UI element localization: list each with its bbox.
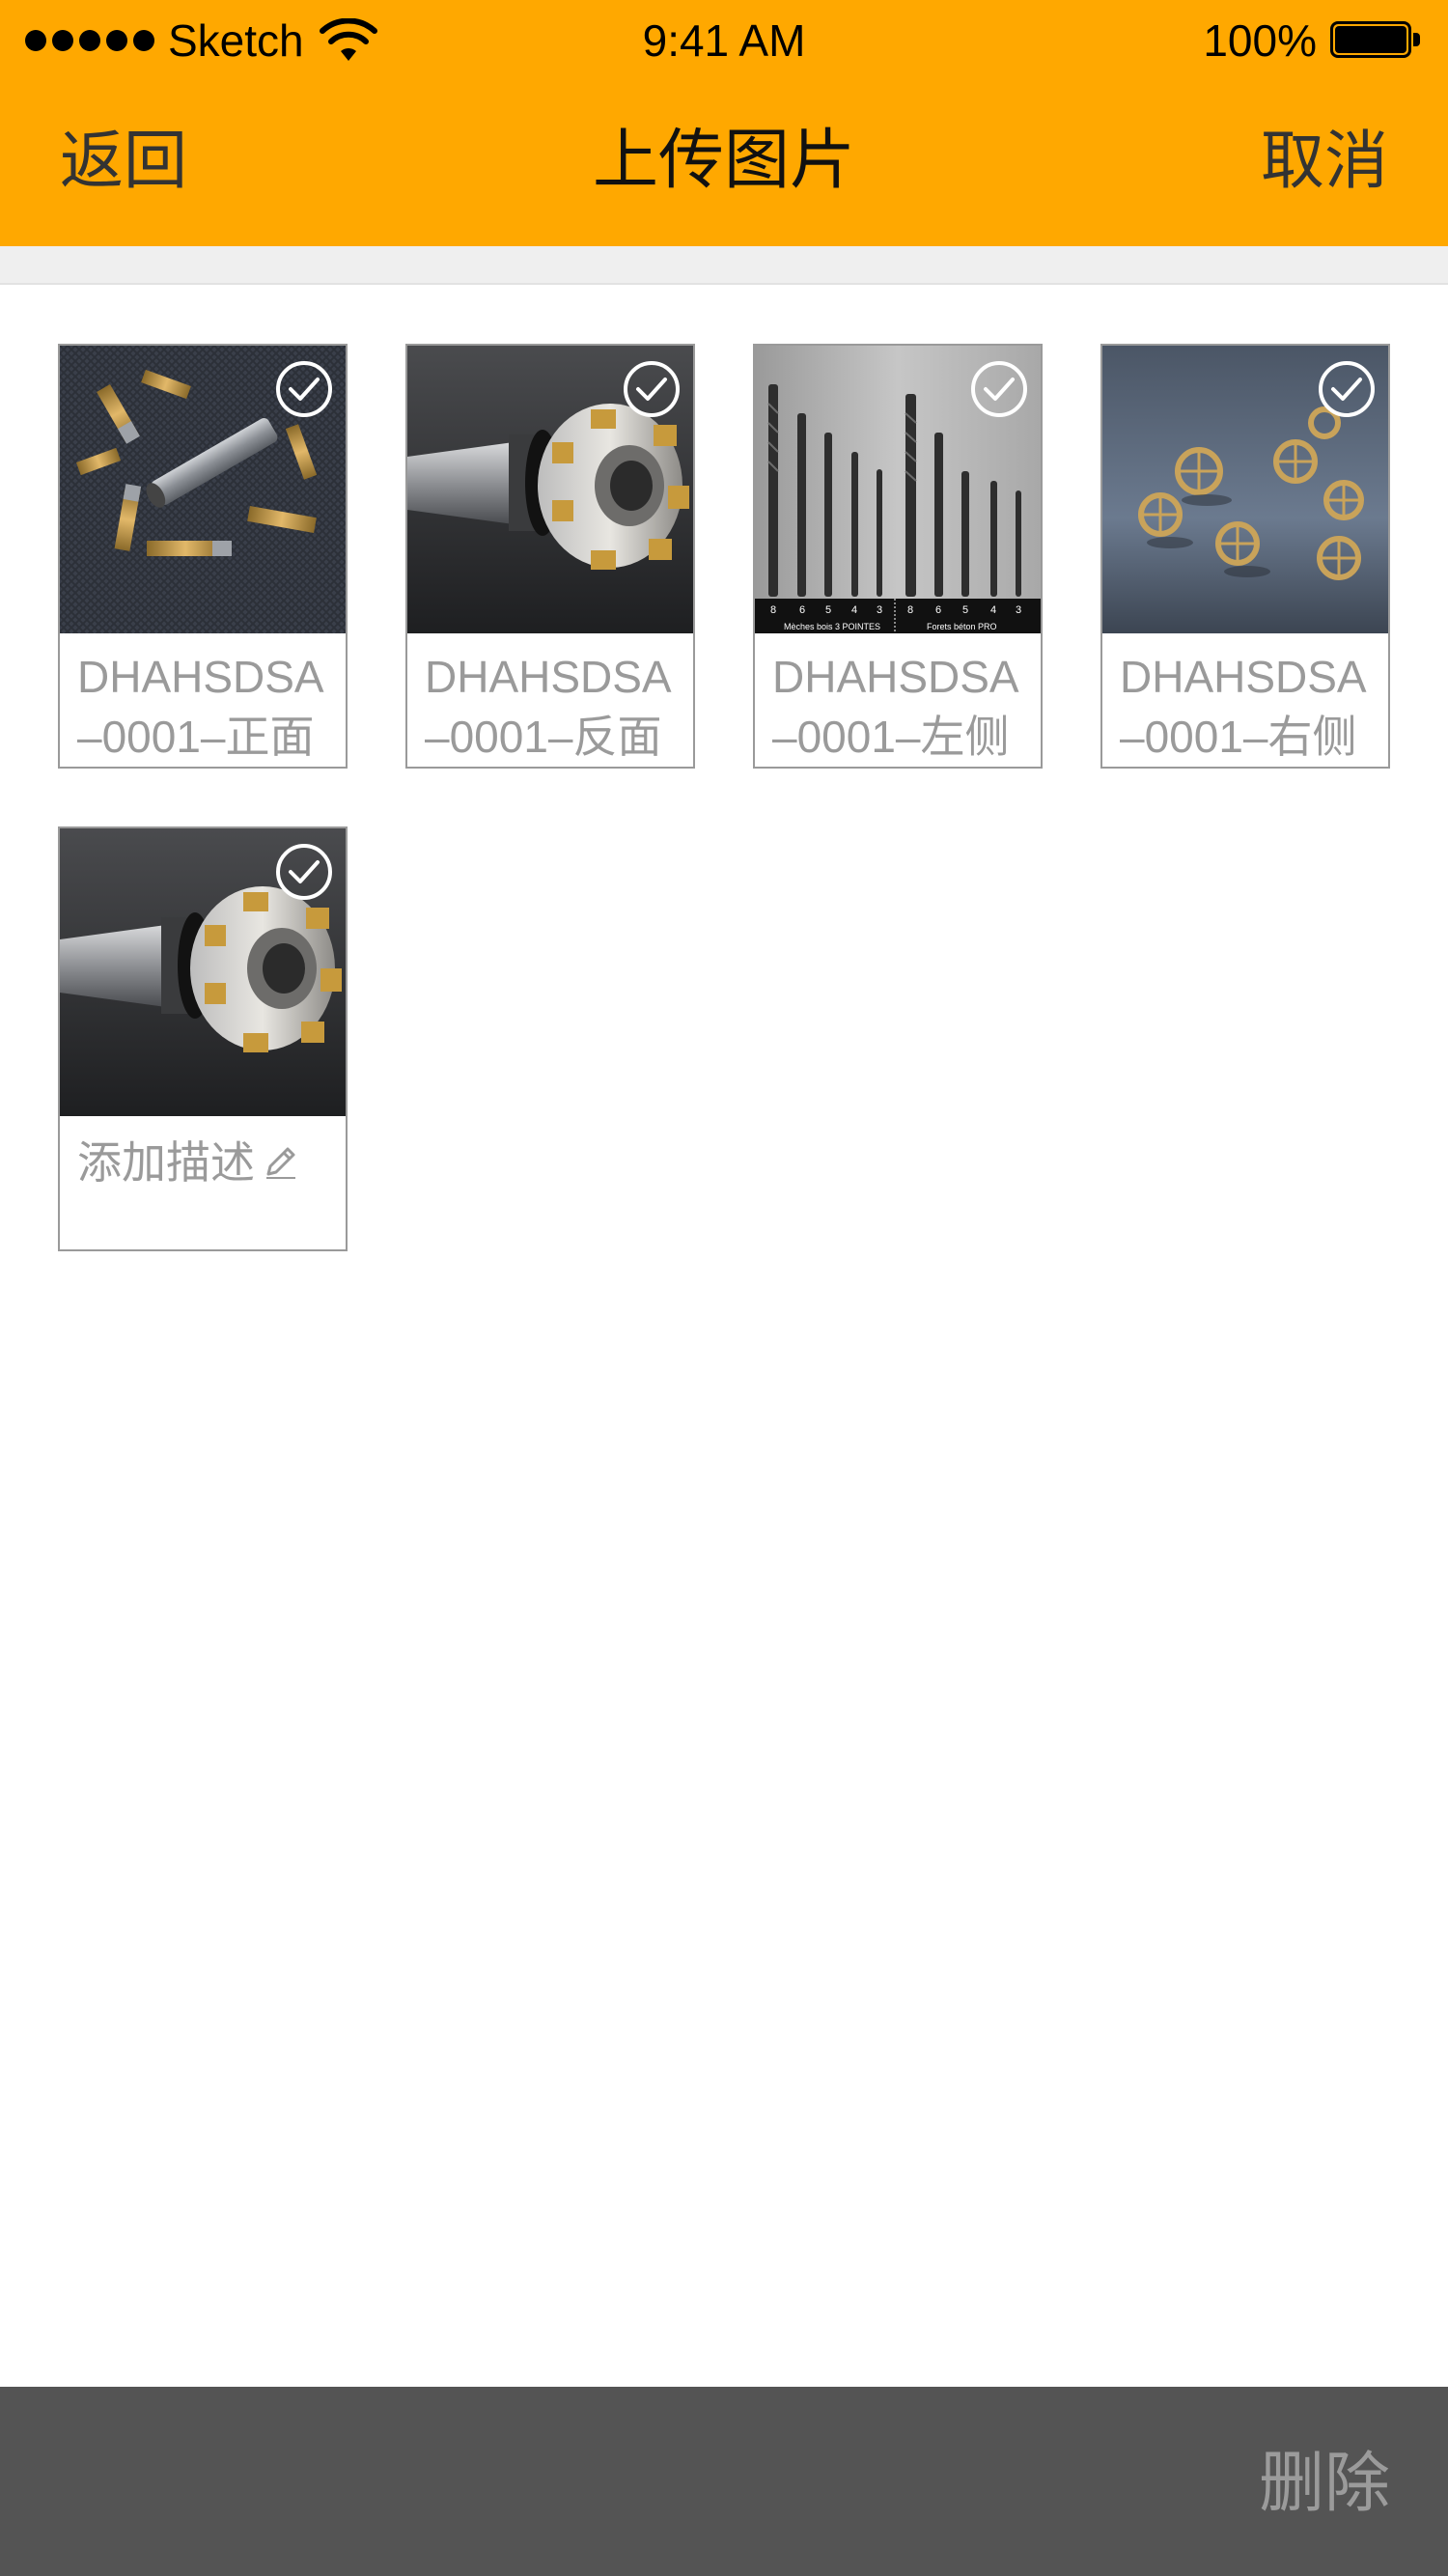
pencil-icon [266, 1147, 295, 1179]
add-description-button[interactable]: 添加描述 [77, 1134, 299, 1191]
page-title: 上传图片 [592, 124, 855, 197]
bottom-toolbar: 删除 [0, 2387, 1448, 2576]
selected-check-icon[interactable] [276, 844, 332, 900]
drill-size-label: 6 [799, 604, 805, 616]
selected-check-icon[interactable] [1319, 361, 1375, 417]
battery-icon [1330, 21, 1423, 60]
image-caption[interactable]: DHAHSDSA –0001–右侧 [1120, 647, 1378, 767]
caption-line-1: DHAHSDSA [425, 652, 672, 702]
caption-line-2: –0001–左侧 [772, 712, 1010, 762]
image-thumbnail[interactable] [407, 346, 693, 633]
caption-line-1: DHAHSDSA [77, 652, 324, 702]
drill-size-label: 3 [877, 604, 882, 616]
image-card[interactable]: DHAHSDSA –0001–反面 [405, 344, 695, 769]
drill-size-label: 8 [907, 604, 913, 616]
drill-caption-left: Mèches bois 3 POINTES [784, 622, 880, 631]
drill-size-label: 4 [990, 604, 996, 616]
image-thumbnail[interactable]: 8 6 5 4 3 8 6 5 4 3 Mèches bois 3 POINTES Forets … [755, 346, 1041, 633]
image-caption[interactable]: DHAHSDSA –0001–左侧 [772, 647, 1031, 767]
selected-check-icon[interactable] [276, 361, 332, 417]
navigation-bar: 返回 上传图片 取消 [0, 106, 1448, 222]
drill-size-label: 6 [935, 604, 941, 616]
caption-line-2: –0001–正面 [77, 712, 315, 762]
drill-size-label: 5 [962, 604, 968, 616]
drill-size-label: 5 [825, 604, 831, 616]
status-bar: Sketch 9:41 AM 100% [0, 0, 1448, 83]
image-thumbnail[interactable] [60, 828, 346, 1116]
delete-button[interactable]: 删除 [1259, 2445, 1390, 2522]
image-card[interactable]: 8 6 5 4 3 8 6 5 4 3 Mèches bois 3 POINTES Forets … [753, 344, 1043, 769]
image-card[interactable]: 添加描述 [58, 826, 348, 1251]
caption-line-2: –0001–反面 [425, 712, 662, 762]
drill-caption-right: Forets béton PRO [927, 622, 997, 631]
image-thumbnail[interactable] [1102, 346, 1388, 633]
add-description-label: 添加描述 [77, 1137, 255, 1188]
image-caption[interactable]: DHAHSDSA –0001–反面 [425, 647, 683, 767]
cancel-button[interactable]: 取消 [1261, 122, 1388, 199]
image-thumbnail[interactable] [60, 346, 346, 633]
header-divider [0, 246, 1448, 285]
image-card[interactable]: DHAHSDSA –0001–右侧 [1100, 344, 1390, 769]
status-right: 100% [1203, 14, 1423, 68]
battery-percentage: 100% [1203, 15, 1317, 66]
drill-size-label: 8 [770, 604, 776, 616]
caption-line-1: DHAHSDSA [1120, 652, 1367, 702]
drill-size-label: 4 [851, 604, 857, 616]
caption-line-2: –0001–右侧 [1120, 712, 1357, 762]
selected-check-icon[interactable] [624, 361, 680, 417]
image-caption[interactable]: DHAHSDSA –0001–正面 [77, 647, 336, 767]
caption-line-1: DHAHSDSA [772, 652, 1019, 702]
image-card[interactable]: DHAHSDSA –0001–正面 [58, 344, 348, 769]
selected-check-icon[interactable] [971, 361, 1027, 417]
drill-size-label: 3 [1016, 604, 1021, 616]
header: Sketch 9:41 AM 100% 返回 上传图片 取消 [0, 0, 1448, 246]
